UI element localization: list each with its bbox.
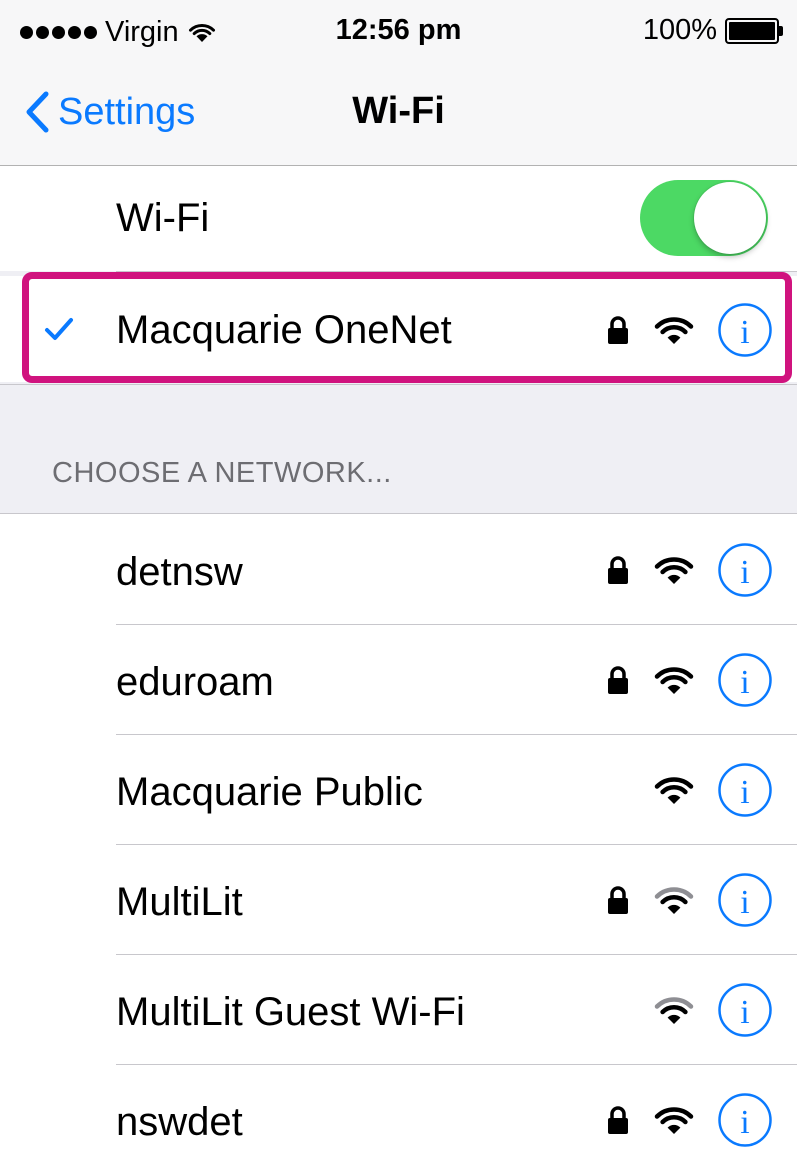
wifi-toggle-row: Wi-Fi	[0, 166, 797, 271]
lock-icon	[608, 556, 628, 584]
wifi-toggle-switch[interactable]	[640, 180, 768, 256]
battery-icon	[725, 17, 779, 44]
lock-icon	[608, 666, 628, 694]
network-name: nswdet	[116, 1100, 243, 1144]
info-icon[interactable]: i	[717, 872, 773, 928]
network-icons: i	[653, 982, 773, 1038]
svg-text:i: i	[740, 774, 749, 811]
network-row[interactable]: MultiLit i	[0, 844, 797, 954]
info-icon[interactable]: i	[717, 652, 773, 708]
svg-text:i: i	[740, 1104, 749, 1141]
connected-network-name: Macquarie OneNet	[116, 308, 452, 352]
svg-text:i: i	[740, 884, 749, 921]
info-icon[interactable]: i	[717, 302, 773, 358]
svg-text:i: i	[740, 994, 749, 1031]
network-row[interactable]: eduroam i	[0, 624, 797, 734]
network-icons: i	[607, 652, 773, 708]
wifi-signal-icon	[654, 997, 694, 1024]
network-row[interactable]: Macquarie Public i	[0, 734, 797, 844]
network-name: MultiLit	[116, 880, 243, 924]
wifi-signal-icon	[654, 317, 694, 344]
toggle-knob	[694, 182, 766, 254]
lock-icon	[608, 316, 628, 344]
battery-indicator: 100%	[643, 14, 783, 47]
navigation-bar: Settings Wi-Fi	[0, 64, 797, 166]
lock-icon	[608, 1106, 628, 1134]
checkmark-icon	[45, 318, 73, 340]
page-title: Wi-Fi	[352, 90, 445, 132]
svg-text:i: i	[740, 664, 749, 701]
info-icon[interactable]: i	[717, 982, 773, 1038]
wifi-toggle-label: Wi-Fi	[116, 196, 210, 240]
wifi-signal-icon	[654, 667, 694, 694]
battery-percent: 100%	[642, 14, 717, 46]
network-name: detnsw	[116, 550, 243, 594]
network-name: MultiLit Guest Wi-Fi	[116, 990, 465, 1034]
network-row[interactable]: MultiLit Guest Wi-Fi i	[0, 954, 797, 1064]
network-row[interactable]: nswdet i	[0, 1064, 797, 1174]
network-icons: i	[607, 1092, 773, 1148]
network-name: eduroam	[116, 660, 274, 704]
wifi-signal-icon	[654, 777, 694, 804]
network-row[interactable]: detnsw i	[0, 514, 797, 624]
svg-text:i: i	[740, 554, 749, 591]
status-bar: Virgin 12:56 pm 100%	[0, 0, 797, 64]
connected-network-icons: i	[607, 302, 773, 358]
connected-network-row[interactable]: Macquarie OneNet i	[0, 271, 797, 382]
lock-icon	[608, 886, 628, 914]
network-icons: i	[607, 872, 773, 928]
wifi-signal-icon	[654, 557, 694, 584]
section-header: CHOOSE A NETWORK...	[52, 457, 392, 489]
info-icon[interactable]: i	[717, 1092, 773, 1148]
info-icon[interactable]: i	[717, 762, 773, 818]
network-icons: i	[607, 542, 773, 598]
info-icon[interactable]: i	[717, 542, 773, 598]
network-icons: i	[653, 762, 773, 818]
svg-text:i: i	[740, 314, 749, 351]
wifi-signal-icon	[654, 1107, 694, 1134]
wifi-signal-icon	[654, 887, 694, 914]
network-name: Macquarie Public	[116, 770, 423, 814]
